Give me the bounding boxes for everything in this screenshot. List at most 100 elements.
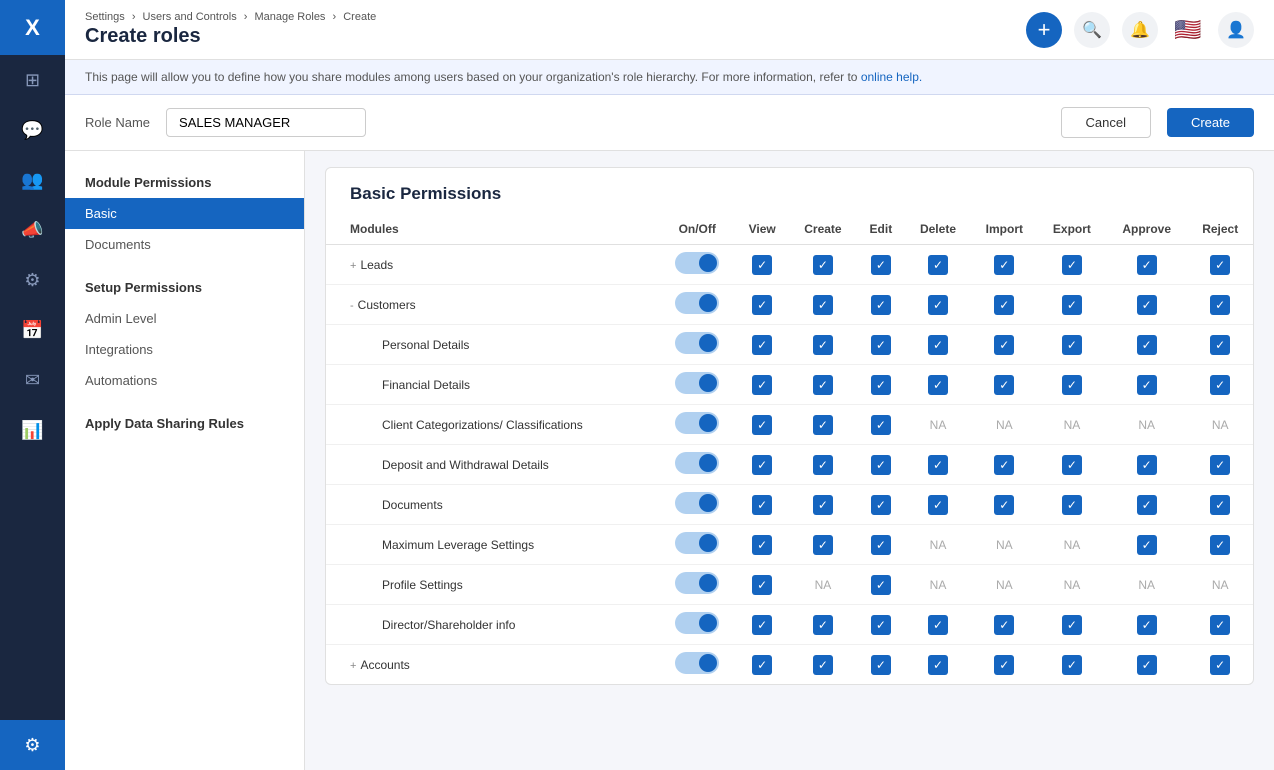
perm-cell-check[interactable]: ✓ (789, 365, 856, 405)
add-button[interactable]: + (1026, 12, 1062, 48)
perm-cell-check[interactable]: ✓ (735, 445, 789, 485)
perm-cell-check[interactable]: ✓ (857, 365, 906, 405)
toggle-accounts[interactable] (675, 652, 719, 674)
perm-cell-check[interactable]: ✓ (905, 325, 971, 365)
perm-cell-check[interactable]: ✓ (1106, 325, 1187, 365)
perm-cell-check[interactable]: ✓ (789, 325, 856, 365)
toggle-profile-settings[interactable] (675, 572, 719, 594)
perm-cell-check[interactable]: ✓ (971, 445, 1038, 485)
perm-cell-check[interactable]: ✓ (735, 605, 789, 645)
breadcrumb-users-controls[interactable]: Users and Controls (143, 11, 237, 23)
toggle-max-leverage[interactable] (675, 532, 719, 554)
nav-item-integrations[interactable]: Integrations (65, 334, 304, 365)
language-button[interactable]: 🇺🇸 (1170, 12, 1206, 48)
toggle-financial-details[interactable] (675, 372, 719, 394)
nav-item-automations[interactable]: Automations (65, 365, 304, 396)
perm-cell-check[interactable]: ✓ (1106, 525, 1187, 565)
logo[interactable]: X (0, 0, 65, 55)
perm-cell-check[interactable]: ✓ (789, 645, 856, 685)
perm-cell-check[interactable]: ✓ (1106, 645, 1187, 685)
nav-item-basic[interactable]: Basic (65, 198, 304, 229)
perm-cell-check[interactable]: ✓ (857, 285, 906, 325)
perm-cell-check[interactable]: ✓ (1038, 645, 1106, 685)
perm-cell-check[interactable]: ✓ (1038, 365, 1106, 405)
online-help-link[interactable]: online help. (861, 70, 922, 84)
toggle-cell-customers[interactable] (659, 285, 735, 325)
perm-cell-check[interactable]: ✓ (789, 285, 856, 325)
perm-cell-check[interactable]: ✓ (1038, 325, 1106, 365)
nav-item-admin-level[interactable]: Admin Level (65, 303, 304, 334)
perm-cell-check[interactable]: ✓ (1106, 445, 1187, 485)
sidebar-item-users[interactable]: 👥 (0, 155, 65, 205)
perm-cell-check[interactable]: ✓ (735, 405, 789, 445)
perm-cell-check[interactable]: ✓ (789, 605, 856, 645)
perm-cell-check[interactable]: ✓ (735, 645, 789, 685)
perm-cell-check[interactable]: ✓ (971, 245, 1038, 285)
perm-cell-check[interactable]: ✓ (1187, 285, 1253, 325)
breadcrumb-settings[interactable]: Settings (85, 11, 125, 23)
perm-cell-check[interactable]: ✓ (789, 445, 856, 485)
sidebar-item-mail[interactable]: ✉ (0, 355, 65, 405)
toggle-cell-director-shareholder[interactable] (659, 605, 735, 645)
toggle-documents[interactable] (675, 492, 719, 514)
perm-cell-check[interactable]: ✓ (1187, 605, 1253, 645)
perm-cell-check[interactable]: ✓ (1187, 645, 1253, 685)
perm-cell-check[interactable]: ✓ (1106, 245, 1187, 285)
perm-cell-check[interactable]: ✓ (1106, 605, 1187, 645)
perm-cell-check[interactable]: ✓ (1038, 445, 1106, 485)
toggle-cell-leads[interactable] (659, 245, 735, 285)
perm-cell-check[interactable]: ✓ (1106, 365, 1187, 405)
perm-cell-check[interactable]: ✓ (905, 365, 971, 405)
nav-item-documents[interactable]: Documents (65, 229, 304, 260)
toggle-cell-profile-settings[interactable] (659, 565, 735, 605)
perm-cell-check[interactable]: ✓ (857, 605, 906, 645)
perm-cell-check[interactable]: ✓ (905, 645, 971, 685)
toggle-personal-details[interactable] (675, 332, 719, 354)
breadcrumb-manage-roles[interactable]: Manage Roles (255, 11, 326, 23)
perm-cell-check[interactable]: ✓ (1038, 605, 1106, 645)
toggle-cell-deposit-withdrawal[interactable] (659, 445, 735, 485)
perm-cell-check[interactable]: ✓ (1187, 525, 1253, 565)
sidebar-item-marketing[interactable]: 📣 (0, 205, 65, 255)
perm-cell-check[interactable]: ✓ (857, 325, 906, 365)
sidebar-item-support[interactable]: ⚙ (0, 255, 65, 305)
toggle-customers[interactable] (675, 292, 719, 314)
perm-cell-check[interactable]: ✓ (971, 365, 1038, 405)
perm-cell-check[interactable]: ✓ (905, 605, 971, 645)
perm-cell-check[interactable]: ✓ (1106, 485, 1187, 525)
toggle-client-categorizations[interactable] (675, 412, 719, 434)
perm-cell-check[interactable]: ✓ (1038, 245, 1106, 285)
toggle-director-shareholder[interactable] (675, 612, 719, 634)
perm-cell-check[interactable]: ✓ (735, 565, 789, 605)
perm-cell-check[interactable]: ✓ (905, 285, 971, 325)
perm-cell-check[interactable]: ✓ (1187, 245, 1253, 285)
perm-cell-check[interactable]: ✓ (905, 245, 971, 285)
sidebar-item-calendar[interactable]: 📅 (0, 305, 65, 355)
expand-icon[interactable]: - (350, 300, 354, 312)
perm-cell-check[interactable]: ✓ (971, 325, 1038, 365)
sidebar-item-settings[interactable]: ⚙ (0, 720, 65, 770)
perm-cell-check[interactable]: ✓ (905, 485, 971, 525)
perm-cell-check[interactable]: ✓ (1038, 285, 1106, 325)
perm-cell-check[interactable]: ✓ (1187, 445, 1253, 485)
perm-cell-check[interactable]: ✓ (971, 605, 1038, 645)
perm-cell-check[interactable]: ✓ (971, 485, 1038, 525)
perm-cell-check[interactable]: ✓ (1038, 485, 1106, 525)
toggle-deposit-withdrawal[interactable] (675, 452, 719, 474)
perm-cell-check[interactable]: ✓ (789, 245, 856, 285)
perm-cell-check[interactable]: ✓ (1187, 365, 1253, 405)
expand-icon[interactable]: + (350, 660, 356, 672)
perm-cell-check[interactable]: ✓ (857, 565, 906, 605)
perm-cell-check[interactable]: ✓ (735, 485, 789, 525)
perm-cell-check[interactable]: ✓ (857, 645, 906, 685)
perm-cell-check[interactable]: ✓ (857, 525, 906, 565)
perm-cell-check[interactable]: ✓ (857, 245, 906, 285)
sidebar-item-reports[interactable]: 📊 (0, 405, 65, 455)
perm-cell-check[interactable]: ✓ (789, 405, 856, 445)
sidebar-item-dashboard[interactable]: ⊞ (0, 55, 65, 105)
perm-cell-check[interactable]: ✓ (735, 245, 789, 285)
perm-cell-check[interactable]: ✓ (789, 485, 856, 525)
perm-cell-check[interactable]: ✓ (735, 365, 789, 405)
perm-cell-check[interactable]: ✓ (1187, 325, 1253, 365)
cancel-button[interactable]: Cancel (1061, 107, 1151, 138)
